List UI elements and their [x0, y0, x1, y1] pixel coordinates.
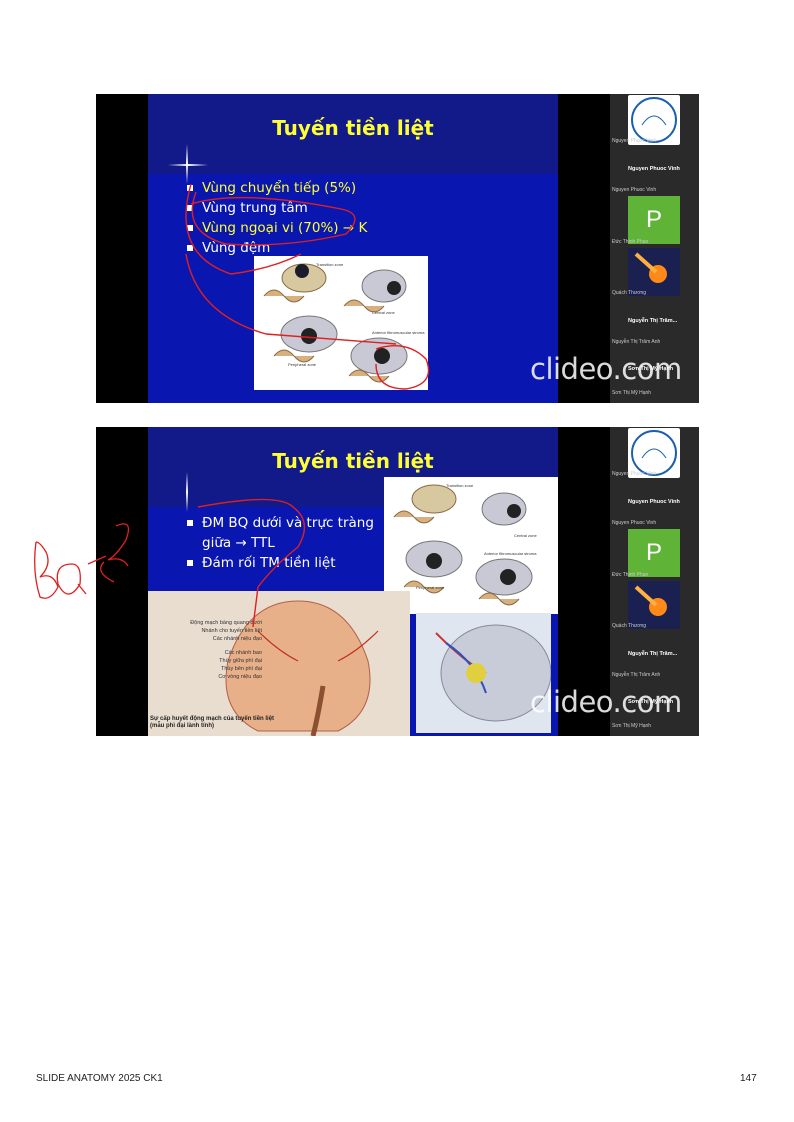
bullet-item: ĐM BQ dưới và trực tràng giữa → TTL [186, 513, 376, 553]
bullet-item: Vùng đệm [186, 238, 367, 258]
slide-title: Tuyến tiền liệt [272, 116, 434, 140]
participant-name: Quách Thương [612, 623, 647, 629]
participant-name: Nguyen Phuoc Vinh [628, 166, 680, 172]
participant-name: Đức Thịnh Phan [612, 239, 649, 245]
participant-name: Nguyen Phuoc Vinh [612, 471, 657, 477]
participant-name: Nguyen Phuoc Vinh [628, 499, 680, 505]
participant-name: Nguyễn Thị Trâm Anh [612, 339, 661, 345]
participant-name: Nguyen Phuoc Vinh [612, 520, 657, 526]
avatar: P [628, 196, 680, 244]
bullet-item: Vùng chuyển tiếp (5%) [186, 178, 367, 198]
bullet-item: Vùng ngoại vi (70%) → K [186, 218, 367, 238]
participant-name: Nguyen Phuoc Vinh [612, 187, 657, 193]
video-frame-2: Tuyến tiền liệt ĐM BQ dưới và trực tràng… [96, 427, 699, 736]
anatomy-illustration: Động mạch bàng quang dưới Nhánh cho tuyế… [148, 591, 410, 736]
figure-label: Peripheral zone [288, 362, 317, 367]
participant-name: Sơn Thị Mỹ Hạnh [612, 723, 652, 729]
participant-name: Nguyễn Thị Trâm... [628, 318, 678, 324]
participant-name: Nguyễn Thị Trâm... [628, 651, 678, 657]
watermark: clideo.com [530, 685, 682, 719]
participant-name: Nguyen Phuoc Vinh [612, 138, 657, 144]
figure-label: Transition zone [316, 262, 344, 267]
figure-label: Central zone [372, 310, 395, 315]
bullet-list: Vùng chuyển tiếp (5%) Vùng trung tâm Vùn… [186, 178, 367, 258]
figure-label: Central zone [514, 533, 537, 538]
participant-name: Nguyễn Thị Trâm Anh [612, 672, 661, 678]
anatomy-labels: Động mạch bàng quang dưới Nhánh cho tuyế… [190, 620, 262, 680]
slide-title: Tuyến tiền liệt [272, 449, 434, 473]
figure-label: Anterior fibromuscular stroma [484, 551, 537, 556]
participant-name: Quách Thương [612, 290, 647, 296]
participant-name: Sơn Thị Mỹ Hạnh [612, 390, 652, 396]
meteor-avatar-icon [628, 581, 680, 629]
slide-1: Tuyến tiền liệt Vùng chuyển tiếp (5%) Vù… [148, 94, 558, 403]
page-number: 147 [740, 1073, 757, 1084]
prostate-zones-figure: Transition zone Central zone Peripheral … [384, 477, 558, 614]
figure-label: Peripheral zone [416, 585, 445, 590]
bullet-item: Vùng trung tâm [186, 198, 367, 218]
prostate-zones-figure: Transition zone Central zone Peripheral … [254, 256, 428, 390]
avatar: P [628, 529, 680, 577]
video-frame-1: Tuyến tiền liệt Vùng chuyển tiếp (5%) Vù… [96, 94, 699, 403]
figure-label: Transition zone [446, 483, 474, 488]
watermark: clideo.com [530, 352, 682, 386]
bullet-list: ĐM BQ dưới và trực tràng giữa → TTL Đám … [186, 513, 376, 573]
bullet-item: Đám rối TM tiền liệt [186, 553, 376, 573]
footer-title: SLIDE ANATOMY 2025 CK1 [36, 1073, 163, 1084]
meteor-avatar-icon [628, 248, 680, 296]
participant-name: Đức Thịnh Phan [612, 572, 649, 578]
anatomy-caption: Sự cấp huyết động mạch của tuyến tiền li… [150, 716, 275, 729]
figure-label: Anterior fibromuscular stroma [372, 330, 425, 335]
